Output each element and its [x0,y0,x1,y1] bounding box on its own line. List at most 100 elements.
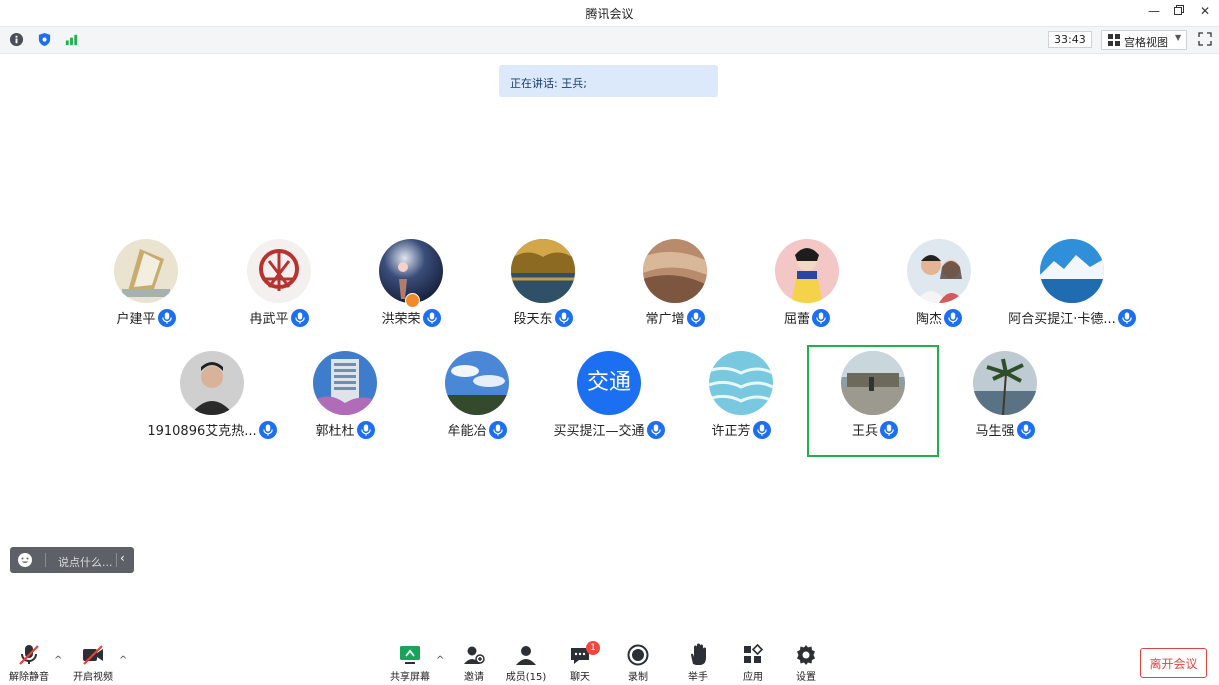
chevron-down-icon: ▼ [1175,33,1182,42]
participant-tile[interactable]: 段天东 [477,236,609,348]
gear-icon [797,645,815,665]
security-shield-icon[interactable] [37,32,52,47]
mic-muted-icon [19,645,39,665]
collapse-chevron-icon[interactable]: ‹ [120,551,125,565]
apps-label: 应用 [743,672,763,683]
participant-tile[interactable]: 郭杜杜 [279,348,411,460]
participant-tile[interactable]: 牟能冶 [411,348,543,460]
participant-tile[interactable]: 阿合买提江·卡德... [1006,236,1138,348]
chat-input-placeholder[interactable]: 说点什么... [58,554,113,570]
record-button[interactable]: 录制 [615,642,661,683]
members-icon [516,646,536,665]
participant-tile[interactable]: 户建平 [80,236,212,348]
invite-label: 邀请 [464,672,484,683]
participant-name: 阿合买提江·卡德... [1008,312,1116,327]
host-badge-icon [405,293,420,308]
participant-tile[interactable]: 冉武平 [213,236,345,348]
participant-tile[interactable]: 常广增 [609,236,741,348]
raise-hand-button[interactable]: 举手 [675,642,721,683]
minimize-icon[interactable]: — [1145,4,1163,18]
audio-options-chevron-icon[interactable]: ^ [54,655,62,666]
settings-label: 设置 [796,672,816,683]
participant-avatar [1040,239,1104,303]
start-video-button[interactable]: 开启视频 [70,642,116,683]
mic-icon [646,420,665,439]
meeting-timer: 33:43 [1048,31,1092,48]
participant-name: 常广增 [645,312,685,327]
participant-avatar [313,351,377,415]
participant-avatar [907,239,971,303]
mic-icon [944,308,962,327]
apps-icon [744,643,764,663]
participant-tile[interactable]: 交通 买买提江—交通 [543,348,675,460]
participant-avatar [180,351,244,415]
meeting-toolbar: 33:43 宫格视图 ▼ [0,26,1219,54]
leave-meeting-button[interactable]: 离开会议 [1140,648,1207,678]
mic-icon [422,308,441,327]
mic-icon [554,308,573,327]
participant-name: 冉武平 [249,312,289,327]
invite-button[interactable]: 邀请 [451,642,497,683]
emoji-icon[interactable] [17,552,33,568]
participant-name: 屈蕾 [783,312,810,327]
mic-icon [356,420,375,439]
participant-tile[interactable]: 许正芳 [675,348,807,460]
participant-name: 牟能冶 [447,424,487,439]
participant-tile[interactable]: 洪荣荣 [345,236,477,348]
apps-button[interactable]: 应用 [730,642,776,683]
window-title: 腾讯会议 [585,7,634,21]
mic-icon [290,308,309,327]
participant-avatar [709,351,773,415]
mic-icon [686,308,705,327]
close-icon[interactable]: ✕ [1196,4,1214,18]
mic-active-icon [880,420,898,439]
signal-strength-icon[interactable] [64,32,79,47]
participant-name: 户建平 [116,312,156,327]
divider [45,553,46,567]
quick-chat-box[interactable]: 说点什么... ‹ [10,547,134,573]
mic-icon [812,308,830,327]
mic-icon [157,308,176,327]
info-icon[interactable] [9,32,24,47]
participant-name: 许正芳 [711,424,751,439]
participant-avatar [247,239,311,303]
video-options-chevron-icon[interactable]: ^ [119,655,127,666]
participant-name: 王兵 [851,424,878,439]
share-screen-label: 共享屏幕 [390,672,430,683]
participant-avatar-text: 交通 [577,351,641,415]
raise-hand-label: 举手 [688,672,708,683]
share-options-chevron-icon[interactable]: ^ [436,655,444,666]
share-screen-icon [400,646,420,664]
participant-name: 马生强 [975,424,1015,439]
unread-count-badge: 1 [586,641,600,655]
participant-tile[interactable]: 马生强 [939,348,1071,460]
share-screen-button[interactable]: 共享屏幕 [387,642,433,683]
mic-icon [488,420,507,439]
mic-icon [258,420,277,439]
grid-view-icon [1108,34,1120,46]
mic-icon [1016,420,1035,439]
restore-icon[interactable] [1170,4,1188,18]
participant-avatar [775,239,839,303]
settings-button[interactable]: 设置 [783,642,829,683]
participant-tile-active-speaker[interactable]: 王兵 [807,345,939,457]
unmute-button[interactable]: 解除静音 [6,642,52,683]
chat-button[interactable]: 1 聊天 [557,641,603,683]
participant-tile[interactable]: 1910896艾克热... [146,348,278,460]
participant-name: 买买提江—交通 [553,424,645,439]
participant-tile[interactable]: 陶杰 [873,236,1005,348]
participant-name: 郭杜杜 [315,424,355,439]
members-label: 成员(15) [505,672,547,683]
record-label: 录制 [628,672,648,683]
members-button[interactable]: 成员(15) [503,642,549,683]
fullscreen-icon[interactable] [1197,31,1213,47]
divider [116,553,117,567]
participant-tile[interactable]: 屈蕾 [741,236,873,348]
participant-name: 陶杰 [915,312,942,327]
speaking-indicator: 正在讲话: 王兵; [499,65,718,97]
participant-name: 洪荣荣 [381,312,421,327]
view-mode-dropdown[interactable]: 宫格视图 ▼ [1101,30,1187,50]
participant-avatar [511,239,575,303]
mic-icon [752,420,771,439]
participant-name: 段天东 [513,312,553,327]
